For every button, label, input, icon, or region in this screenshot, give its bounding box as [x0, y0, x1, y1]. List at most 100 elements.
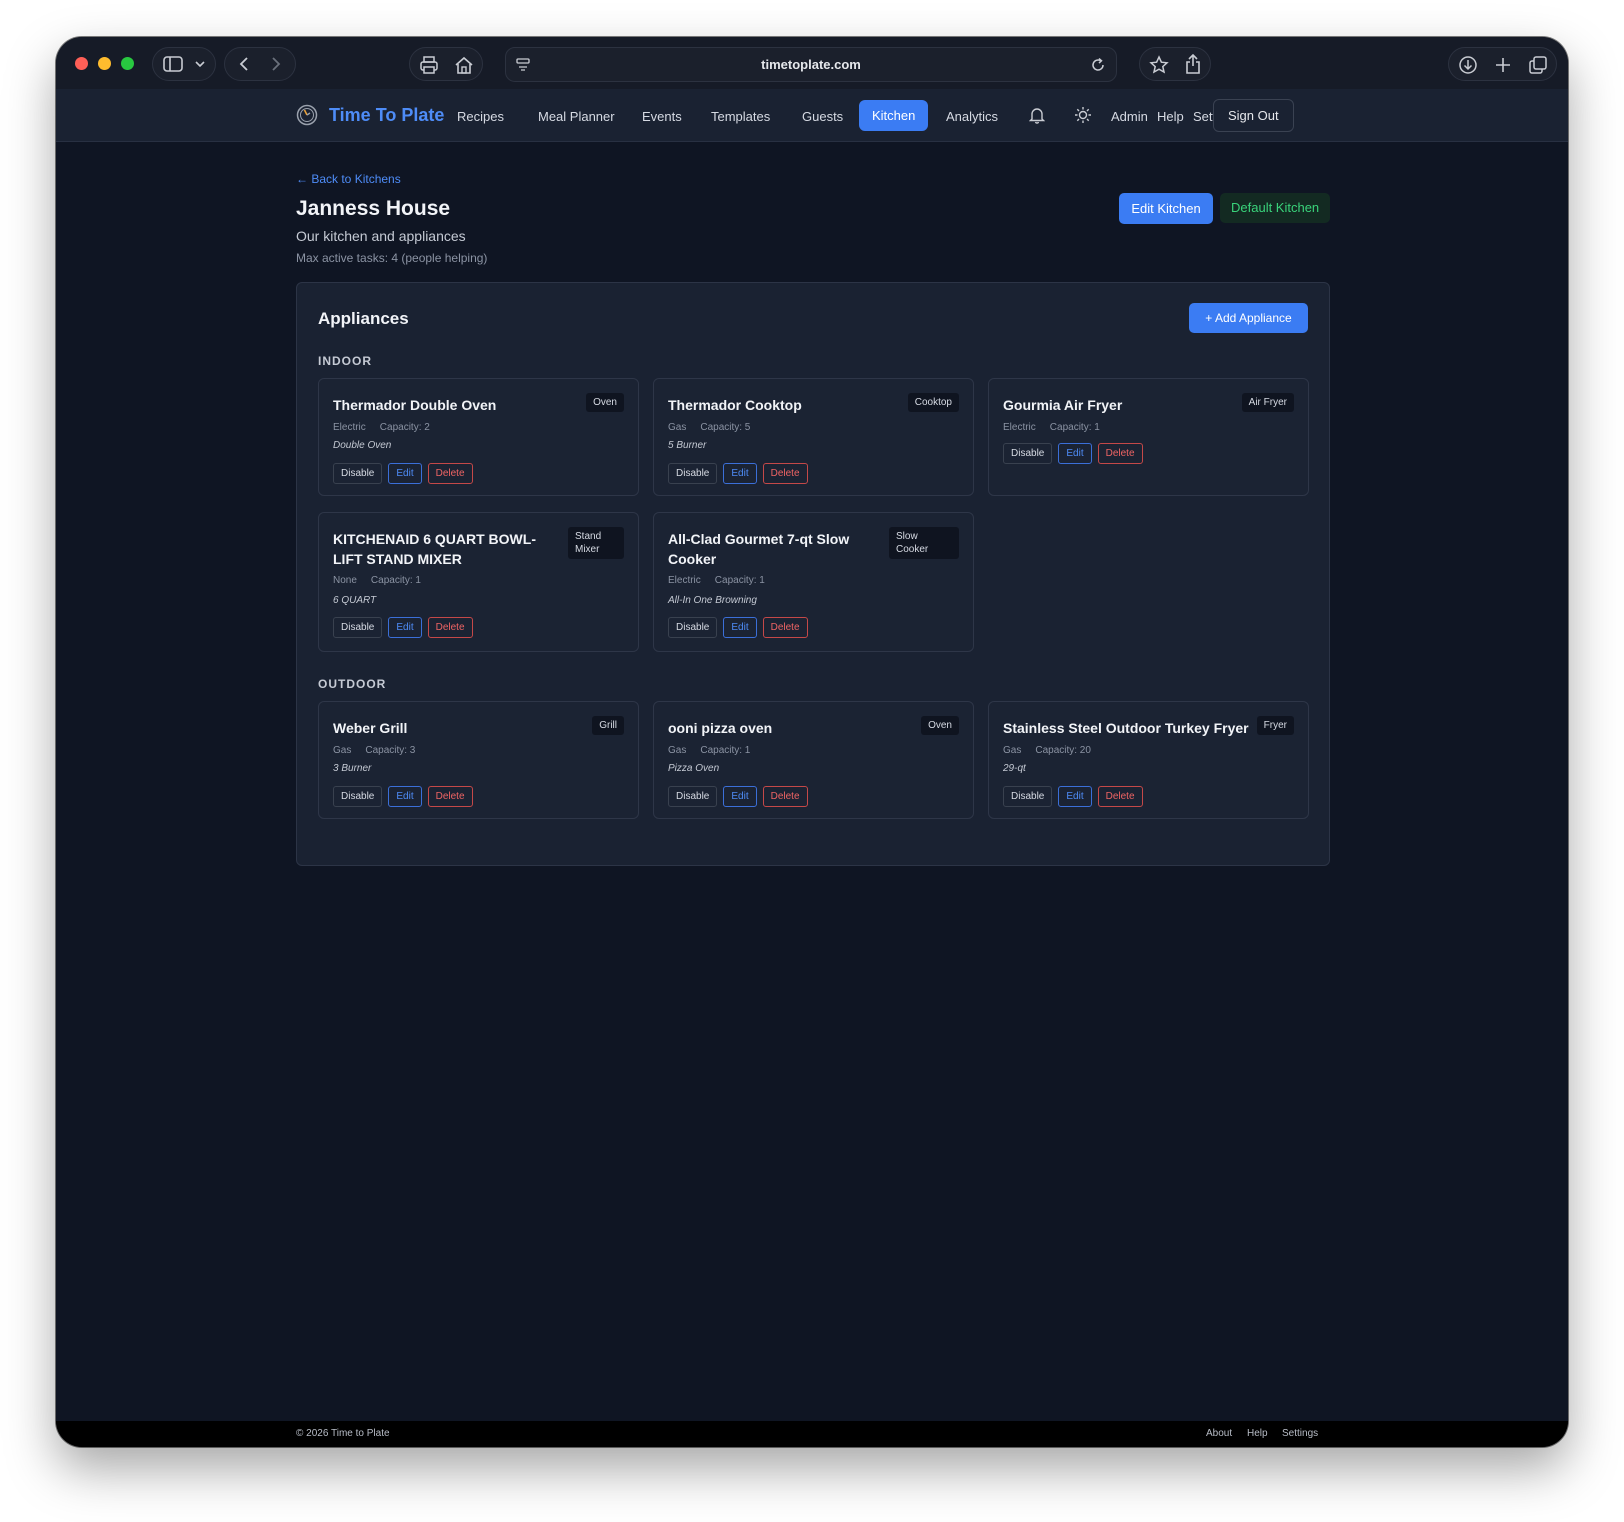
print-icon[interactable]	[419, 55, 439, 75]
appliance-card: Thermador Cooktop Cooktop Gas Capacity: 5…	[653, 378, 974, 496]
edit-button[interactable]: Edit	[723, 463, 757, 484]
disable-button[interactable]: Disable	[668, 463, 718, 484]
delete-button[interactable]: Delete	[427, 786, 473, 807]
add-appliance-button[interactable]: + Add Appliance	[1189, 303, 1308, 333]
appliance-type-badge: Air Fryer	[1241, 393, 1294, 412]
nav-link-admin[interactable]: Admin	[1111, 109, 1148, 124]
downloads-icon[interactable]	[1458, 55, 1478, 75]
appliance-card: KITCHENAID 6 QUART BOWL-LIFT STAND MIXER…	[318, 512, 639, 652]
nav-link-guests[interactable]: Guests	[802, 109, 843, 124]
nav-link-templates[interactable]: Templates	[711, 109, 770, 124]
url-text: timetoplate.com	[761, 57, 861, 72]
nav-link-recipes[interactable]: Recipes	[457, 109, 504, 124]
delete-button[interactable]: Delete	[762, 617, 808, 638]
new-tab-plus-icon[interactable]	[1494, 56, 1512, 74]
appliance-name: All-Clad Gourmet 7-qt Slow Cooker	[668, 531, 850, 567]
close-window-button[interactable]	[75, 57, 88, 70]
tab-overview-icon[interactable]	[1528, 55, 1548, 75]
appliances-panel: Appliances + Add Appliance INDOOR Therma…	[296, 282, 1330, 866]
edit-button[interactable]: Edit	[388, 617, 422, 638]
delete-button[interactable]: Delete	[1097, 786, 1143, 807]
nav-link-kitchen[interactable]: Kitchen	[859, 100, 929, 131]
disable-button[interactable]: Disable	[668, 786, 718, 807]
edit-button[interactable]: Edit	[388, 463, 422, 484]
edit-button[interactable]: Edit	[723, 617, 757, 638]
bookmark-star-icon[interactable]	[1149, 55, 1169, 75]
appliance-actions: Disable Edit Delete	[668, 617, 808, 638]
appliance-capacity: Capacity: 1	[1049, 422, 1100, 433]
clock-logo-icon	[296, 104, 318, 131]
footer-link-about[interactable]: About	[1206, 1428, 1232, 1439]
nav-link-help[interactable]: Help	[1157, 109, 1184, 124]
appliance-note: 5 Burner	[668, 440, 707, 451]
back-to-kitchens-link[interactable]: ← Back to Kitchens	[296, 172, 401, 186]
appliance-card: Stainless Steel Outdoor Turkey Fryer Fry…	[988, 701, 1309, 819]
footer-link-help[interactable]: Help	[1247, 1428, 1268, 1439]
delete-button[interactable]: Delete	[1097, 443, 1143, 464]
delete-button[interactable]: Delete	[427, 617, 473, 638]
appliance-name: Weber Grill	[333, 720, 408, 736]
appliance-name: Gourmia Air Fryer	[1003, 397, 1123, 413]
minimize-window-button[interactable]	[98, 57, 111, 70]
appliance-card: Thermador Double Oven Oven Electric Capac…	[318, 378, 639, 496]
edit-button[interactable]: Edit	[388, 786, 422, 807]
back-arrow-icon[interactable]	[237, 56, 251, 72]
disable-button[interactable]: Disable	[668, 617, 718, 638]
appliance-note: Pizza Oven	[668, 763, 720, 774]
disable-button[interactable]: Disable	[1003, 443, 1053, 464]
edit-button[interactable]: Edit	[1058, 443, 1092, 464]
appliance-name: Thermador Cooktop	[668, 397, 802, 413]
history-nav-group	[224, 47, 296, 81]
appliance-meta: Electric Capacity: 2	[333, 422, 430, 433]
appliance-power: Electric	[668, 575, 701, 586]
footer-link-settings[interactable]: Settings	[1282, 1428, 1318, 1439]
nav-link-meal-planner[interactable]: Meal Planner	[538, 109, 615, 124]
page-title: Janness House	[296, 197, 451, 220]
share-icon[interactable]	[1184, 54, 1202, 74]
sign-out-button[interactable]: Sign Out	[1213, 99, 1294, 132]
disable-button[interactable]: Disable	[333, 786, 383, 807]
appliance-capacity: Capacity: 1	[714, 575, 765, 586]
appliances-title: Appliances	[318, 309, 409, 328]
appliance-type-badge: Oven	[921, 716, 959, 735]
edit-button[interactable]: Edit	[1058, 786, 1092, 807]
max-active-tasks: Max active tasks: 4 (people helping)	[296, 251, 488, 265]
notifications-bell-icon[interactable]	[1029, 106, 1045, 124]
disable-button[interactable]: Disable	[333, 617, 383, 638]
sidebar-toggle-group[interactable]	[152, 47, 216, 81]
browser-toolbar: timetoplate.com	[56, 37, 1568, 89]
appliance-note: 29-qt	[1003, 763, 1026, 774]
appliance-note: All-In One Browning	[668, 595, 757, 606]
appliance-capacity: Capacity: 5	[700, 422, 751, 433]
nav-link-events[interactable]: Events	[642, 109, 682, 124]
nav-link-analytics[interactable]: Analytics	[946, 109, 998, 124]
disable-button[interactable]: Disable	[333, 463, 383, 484]
disable-button[interactable]: Disable	[1003, 786, 1053, 807]
reload-icon[interactable]	[1090, 57, 1106, 73]
sidebar-icon	[163, 55, 183, 73]
appliance-type-badge: Fryer	[1256, 716, 1294, 735]
delete-button[interactable]: Delete	[427, 463, 473, 484]
edit-button[interactable]: Edit	[723, 786, 757, 807]
appliance-meta: Electric Capacity: 1	[668, 575, 765, 586]
appliance-power: Gas	[333, 745, 352, 756]
edit-kitchen-button[interactable]: Edit Kitchen	[1119, 193, 1213, 224]
forward-arrow-icon[interactable]	[269, 56, 283, 72]
app-navbar: Time To Plate Recipes Meal Planner Event…	[56, 89, 1568, 142]
appliance-meta: Electric Capacity: 1	[1003, 422, 1100, 433]
appliance-note: Double Oven	[333, 440, 392, 451]
tools-group	[409, 47, 483, 81]
appliance-power: Electric	[1003, 422, 1036, 433]
delete-button[interactable]: Delete	[762, 463, 808, 484]
theme-sun-icon[interactable]	[1074, 106, 1092, 124]
home-icon[interactable]	[454, 55, 474, 75]
appliance-actions: Disable Edit Delete	[333, 786, 473, 807]
address-bar[interactable]: timetoplate.com	[505, 47, 1117, 82]
appliance-actions: Disable Edit Delete	[333, 463, 473, 484]
appliance-actions: Disable Edit Delete	[1003, 443, 1143, 464]
page-subtitle: Our kitchen and appliances	[296, 228, 466, 244]
zoom-window-button[interactable]	[121, 57, 134, 70]
brand-name[interactable]: Time To Plate	[329, 105, 444, 126]
delete-button[interactable]: Delete	[762, 786, 808, 807]
group-label-indoor: INDOOR	[318, 354, 372, 368]
